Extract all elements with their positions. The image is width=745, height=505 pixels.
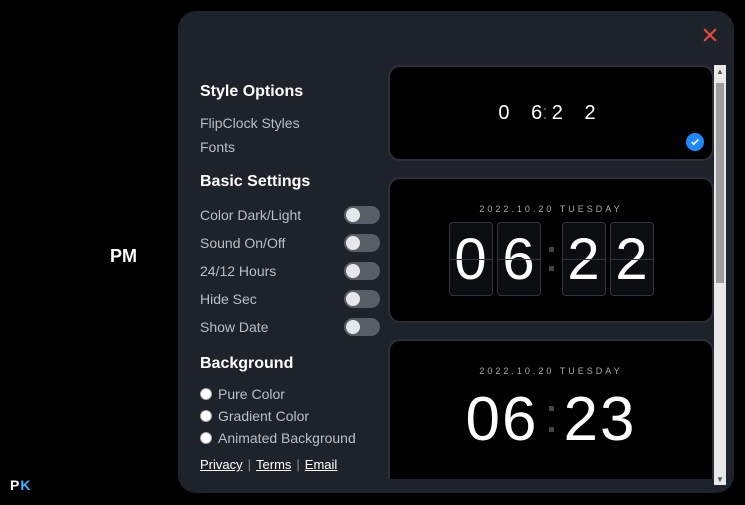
option-label: Pure Color: [218, 386, 285, 402]
radio-icon: [200, 388, 212, 400]
digit: 6: [497, 222, 541, 296]
fonts-item[interactable]: Fonts: [200, 135, 380, 159]
preview-area: 0 6:2 2 2022.10.20 TUESDAY 0 6 2 2 2022.…: [388, 65, 726, 481]
style-preview-3[interactable]: 2022.10.20 TUESDAY 06 23: [388, 339, 714, 479]
basic-settings-heading: Basic Settings: [200, 173, 380, 191]
footer-links: Privacy | Terms | Email: [200, 457, 380, 472]
gradient-color-option[interactable]: Gradient Color: [200, 405, 380, 427]
hours-toggle[interactable]: [344, 262, 380, 280]
hide-sec-toggle[interactable]: [344, 290, 380, 308]
show-date-toggle[interactable]: [344, 318, 380, 336]
style-preview-2[interactable]: 2022.10.20 TUESDAY 0 6 2 2: [388, 177, 714, 323]
flipclock-styles-item[interactable]: FlipClock Styles: [200, 111, 380, 135]
modal-body: Style Options FlipClock Styles Fonts Bas…: [178, 65, 726, 481]
setting-label: Show Date: [200, 319, 268, 335]
setting-label: Hide Sec: [200, 291, 257, 307]
digit: 2: [610, 222, 654, 296]
flip-clock: 0 6 2 2: [449, 222, 654, 296]
radio-icon: [200, 432, 212, 444]
setting-label: Sound On/Off: [200, 235, 285, 251]
watermark-p: P: [10, 477, 20, 493]
clock-display: 0 6:2 2: [498, 102, 603, 125]
digit: 2: [562, 222, 606, 296]
color-dark-light-toggle[interactable]: [344, 206, 380, 224]
privacy-link[interactable]: Privacy: [200, 457, 243, 472]
close-icon: [700, 25, 720, 45]
background-heading: Background: [200, 355, 380, 373]
ampm-indicator: PM: [110, 246, 137, 267]
radio-icon: [200, 410, 212, 422]
settings-modal: Style Options FlipClock Styles Fonts Bas…: [178, 11, 734, 493]
terms-link[interactable]: Terms: [256, 457, 291, 472]
minutes: 2 2: [552, 102, 604, 124]
colon-icon: [549, 247, 554, 271]
separator: |: [248, 457, 251, 472]
settings-sidebar: Style Options FlipClock Styles Fonts Bas…: [178, 65, 388, 481]
hide-sec-row: Hide Sec: [200, 285, 380, 313]
option-label: Animated Background: [218, 430, 356, 446]
sound-row: Sound On/Off: [200, 229, 380, 257]
setting-label: Color Dark/Light: [200, 207, 301, 223]
scroll-down-arrow-icon[interactable]: ▼: [714, 473, 726, 485]
date-label: 2022.10.20 TUESDAY: [479, 204, 622, 214]
scroll-up-arrow-icon[interactable]: ▲: [714, 65, 726, 77]
animated-background-option[interactable]: Animated Background: [200, 427, 380, 449]
color-dark-light-row: Color Dark/Light: [200, 201, 380, 229]
option-label: Gradient Color: [218, 408, 309, 424]
separator: |: [296, 457, 299, 472]
scrollbar[interactable]: ▲ ▼: [714, 65, 726, 485]
pure-color-option[interactable]: Pure Color: [200, 383, 380, 405]
show-date-row: Show Date: [200, 313, 380, 341]
digit: 0: [449, 222, 493, 296]
close-button[interactable]: [696, 21, 724, 49]
hours: 06: [466, 384, 539, 455]
style-preview-1[interactable]: 0 6:2 2: [388, 65, 714, 161]
scrollbar-thumb[interactable]: [716, 83, 724, 283]
sound-toggle[interactable]: [344, 234, 380, 252]
selected-check-icon: [686, 133, 704, 151]
watermark-k: K: [20, 477, 31, 493]
hours-row: 24/12 Hours: [200, 257, 380, 285]
style-options-heading: Style Options: [200, 83, 380, 101]
setting-label: 24/12 Hours: [200, 263, 276, 279]
minutes: 23: [564, 384, 637, 455]
watermark: PK: [10, 477, 31, 493]
plain-clock: 06 23: [466, 384, 637, 455]
colon-icon: [549, 406, 554, 432]
date-label: 2022.10.20 TUESDAY: [479, 366, 622, 376]
email-link[interactable]: Email: [305, 457, 338, 472]
